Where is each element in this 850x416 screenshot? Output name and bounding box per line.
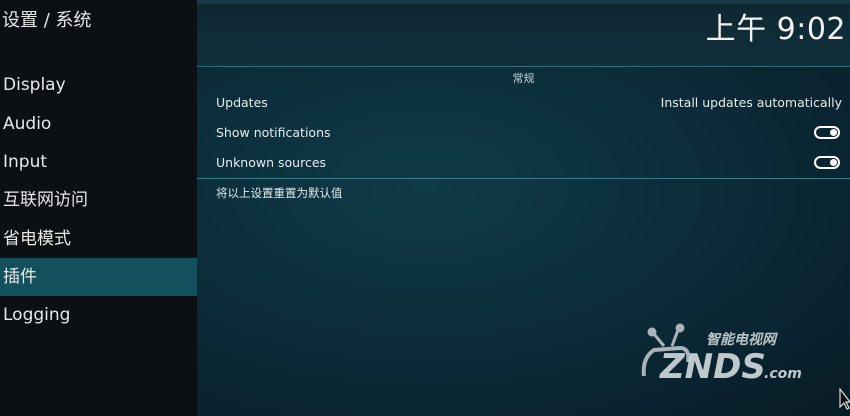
sidebar-item-label: Audio [3, 114, 52, 134]
watermark-top-text: 智能电视网 [706, 331, 778, 348]
setting-label: Show notifications [216, 125, 331, 140]
sidebar-item-label: 互联网访问 [3, 190, 88, 210]
toggle-knob [830, 159, 837, 166]
toggle-knob [830, 129, 837, 136]
kodi-settings-screen: 设置 / 系统 Display Audio Input 互联网访问 省电模式 插… [0, 0, 850, 416]
sidebar-item-label: Logging [3, 305, 71, 325]
sidebar-item-power-saving[interactable]: 省电模式 [0, 220, 197, 258]
watermark-main-text: ZNDS [659, 347, 766, 387]
settings-sidebar: 设置 / 系统 Display Audio Input 互联网访问 省电模式 插… [0, 0, 197, 416]
mouse-cursor-icon [839, 388, 850, 410]
setting-label: Unknown sources [216, 155, 327, 170]
sidebar-item-logging[interactable]: Logging [0, 296, 197, 334]
sidebar-item-input[interactable]: Input [0, 143, 197, 181]
divider [197, 178, 850, 179]
reset-to-default-button[interactable]: 将以上设置重置为默认值 [216, 185, 343, 201]
sidebar-item-display[interactable]: Display [0, 66, 197, 104]
setting-updates[interactable]: Updates Install updates automatically [216, 92, 842, 114]
sidebar-item-audio[interactable]: Audio [0, 105, 197, 143]
header-bar: 上午 9:02 [197, 0, 850, 67]
sidebar-item-label: 省电模式 [3, 229, 71, 249]
sidebar-item-label: 插件 [3, 267, 37, 287]
znds-watermark-logo: 智能电视网 ZNDS .com [641, 323, 802, 387]
clock: 上午 9:02 [705, 12, 846, 47]
sidebar-item-label: Display [3, 75, 66, 95]
sidebar-item-addons[interactable]: 插件 [0, 258, 197, 296]
watermark-suffix-text: .com [764, 366, 802, 382]
sidebar-item-internet-access[interactable]: 互联网访问 [0, 181, 197, 219]
setting-show-notifications[interactable]: Show notifications [216, 122, 842, 144]
setting-value: Install updates automatically [660, 95, 842, 110]
setting-label: Updates [216, 95, 268, 110]
section-title: 常规 [512, 72, 535, 85]
breadcrumb: 设置 / 系统 [2, 10, 92, 31]
sidebar-item-label: Input [3, 152, 48, 172]
toggle-switch-icon[interactable] [814, 126, 840, 139]
setting-unknown-sources[interactable]: Unknown sources [216, 152, 842, 174]
toggle-switch-icon[interactable] [814, 156, 840, 169]
